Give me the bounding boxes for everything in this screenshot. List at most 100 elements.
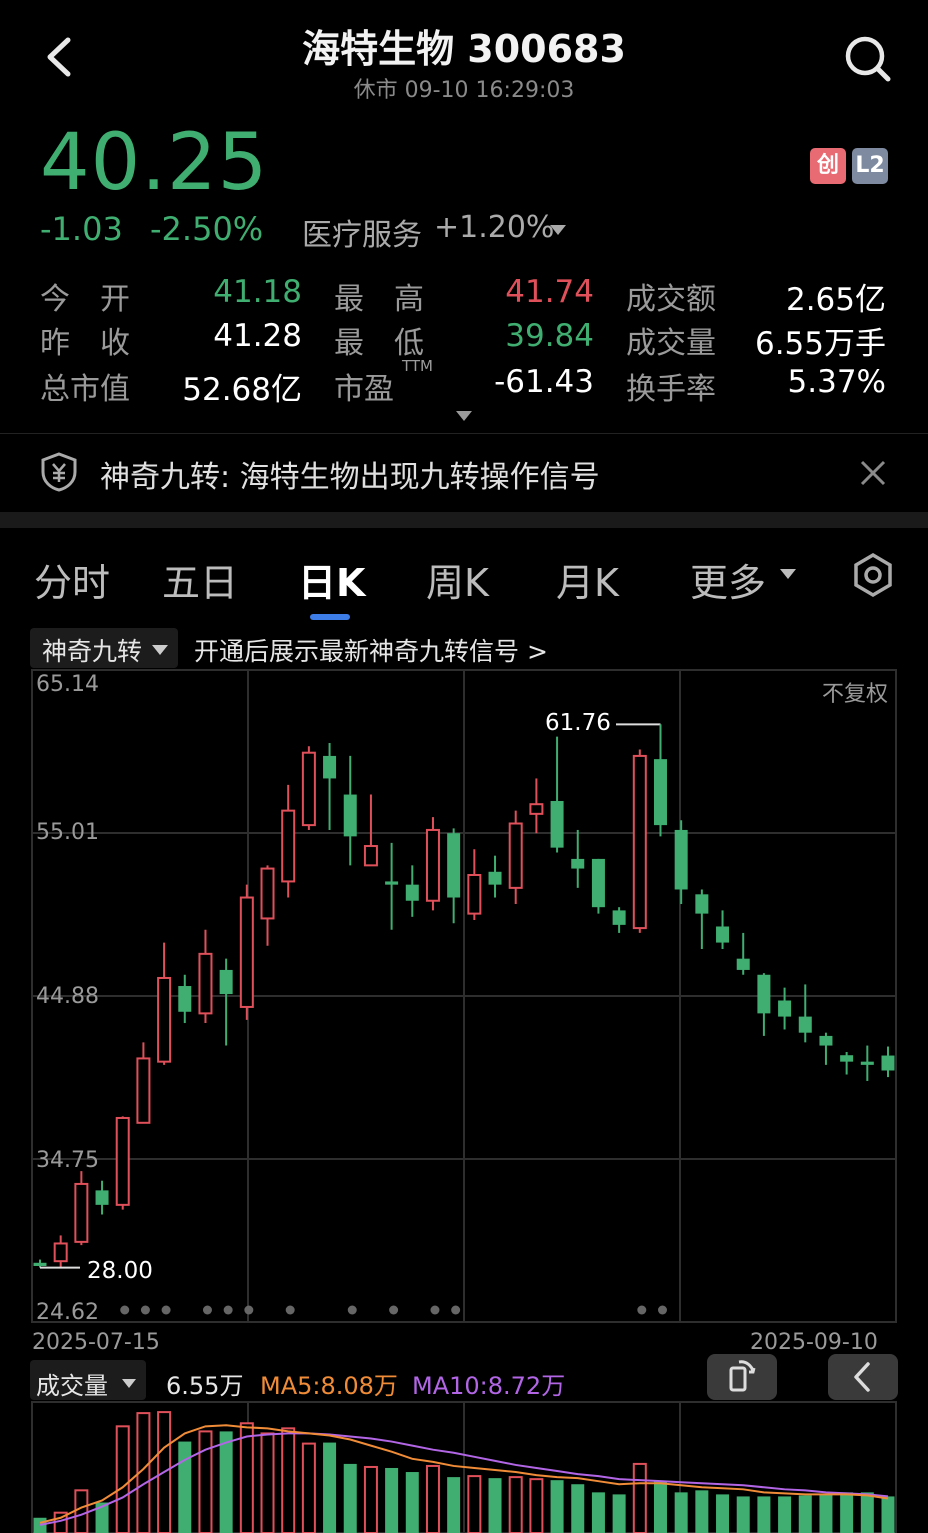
candle [591,858,605,914]
signal-dot [244,1305,254,1315]
candle [260,865,275,946]
candle [219,958,233,1046]
candle [488,855,502,898]
volume-bar [736,1496,750,1533]
max-price-label: 61.76 [545,710,611,736]
volume-bar [343,1463,357,1533]
candle [447,828,461,924]
adjust-mode[interactable]: 不复权 [822,676,888,708]
candle-body [178,986,192,1012]
candle [115,1116,130,1210]
search-icon[interactable] [840,32,894,86]
volume-bar [281,1427,296,1533]
volume-bar [219,1431,233,1533]
candle-body [653,759,667,826]
ma10-value: MA10:8.72万 [412,1372,566,1400]
tab-intraday[interactable]: 分时 [34,552,110,607]
tab-weekly-k[interactable]: 周K [426,552,489,607]
candle [632,749,647,933]
candle-body [695,894,709,914]
candle [571,829,585,888]
candle-body [405,884,419,901]
industry-change[interactable]: +1.20% [434,210,554,245]
volume-value: 6.55万 [166,1372,244,1400]
signal-dot [202,1305,212,1315]
stat-value: 2.65亿 [785,282,886,318]
stat-value: 39.84 [505,318,594,354]
signal-hint-link[interactable]: 开通后展示最新神奇九转信号 > [194,632,548,668]
volume-bar [695,1490,709,1533]
industry-name[interactable]: 医疗服务 [302,210,422,254]
volume-bar [508,1476,523,1533]
chinext-badge: 创 [810,148,846,184]
candle-body [53,1242,68,1263]
more-dropdown-icon[interactable] [778,566,798,585]
ma5-value: MA5:8.08万 [260,1372,398,1400]
indicator-selector-label: 神奇九转 [42,637,143,666]
candle [736,932,750,975]
tab-monthly-k[interactable]: 月K [556,552,619,607]
y-tick-label: 24.62 [36,1300,99,1325]
candle-body [860,1061,874,1065]
collapse-left-button[interactable] [828,1354,898,1400]
candle-body [778,1000,792,1017]
volume-bar [178,1441,192,1533]
candle-body [95,1190,109,1205]
tab-more[interactable]: 更多 [690,552,766,607]
expand-stats-icon[interactable] [454,408,474,427]
signal-dot [223,1305,233,1315]
candle [798,984,812,1043]
rotate-screen-button[interactable] [707,1354,777,1400]
candle-body [136,1057,151,1124]
volume-bar [674,1492,688,1533]
candle-body [840,1055,854,1062]
candle [716,910,730,950]
signal-dot [120,1305,130,1315]
settings-icon[interactable] [850,552,896,602]
volume-bar [115,1425,130,1533]
candle-body [447,833,461,898]
candle [695,889,709,950]
candle-body [301,751,316,827]
candle [136,1042,151,1124]
stat-value: 52.68亿 [182,372,302,408]
l2-badge[interactable]: L2 [852,148,888,184]
volume-selector-label: 成交量 [36,1372,108,1400]
volume-bar [239,1422,254,1533]
volume-bar [425,1464,440,1533]
stat-label: 昨 收 [40,326,130,361]
candle-body [115,1116,130,1206]
close-icon[interactable] [858,458,888,492]
x-start-date: 2025-07-15 [32,1330,160,1355]
volume-bar [488,1478,502,1533]
stat-label: 总市值 [40,372,130,407]
stat-label: 今 开 [40,282,130,317]
volume-bar [529,1478,544,1533]
volume-bar [778,1496,792,1533]
candle-body [467,873,482,915]
signal-dots [120,1305,667,1315]
volume-bar [757,1496,771,1533]
volume-bar [881,1496,895,1533]
candle-body [674,829,688,890]
volume-bar [323,1442,337,1533]
stat-value: 41.18 [213,274,302,310]
industry-dropdown-icon[interactable] [548,222,568,241]
candle [529,778,544,834]
signal-dot [389,1305,399,1315]
tab-five-day[interactable]: 五日 [162,552,238,607]
volume-bar [363,1465,378,1533]
candle-body [33,1262,47,1267]
candle [612,907,626,933]
volume-bar [798,1495,812,1533]
tab-daily-k[interactable]: 日K [298,552,365,607]
y-tick-label: 44.88 [36,984,99,1009]
current-price: 40.25 [40,118,269,208]
candlestick-chart[interactable] [0,668,928,1358]
stat-label: 成交量 [626,326,716,361]
stat-value: 6.55万手 [754,326,886,362]
candle [363,794,378,867]
signal-dot [285,1305,295,1315]
candle-body [550,800,564,848]
candle-body [529,803,544,815]
